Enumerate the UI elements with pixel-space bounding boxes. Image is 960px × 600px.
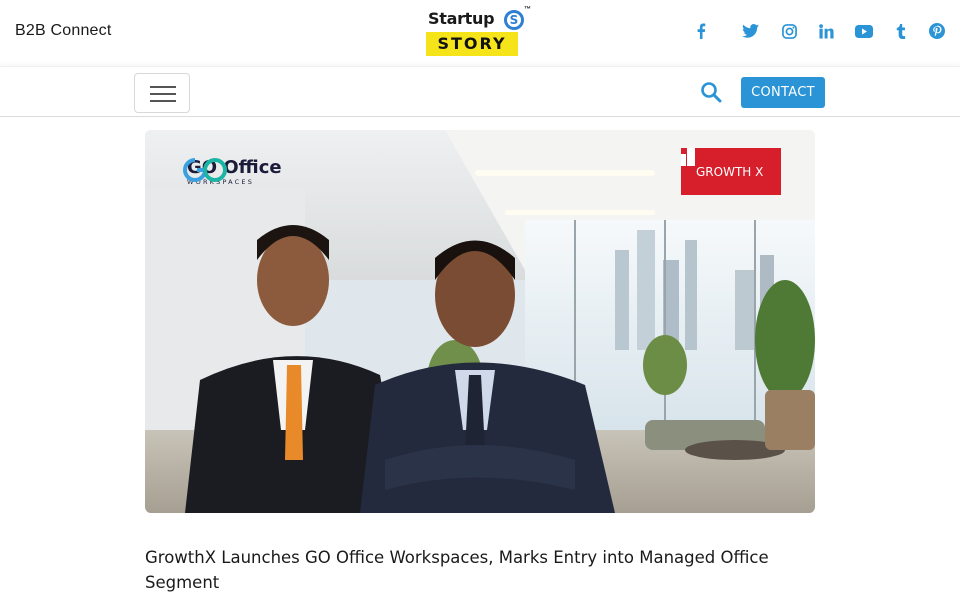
logo-startup-text: Startup xyxy=(428,9,495,28)
top-bar: B2B Connect Startup S ™ STORY xyxy=(0,0,960,66)
menu-icon-bar xyxy=(150,86,176,88)
logo-badge: S xyxy=(504,10,524,30)
go-office-logo: GO Office WORKSPACES xyxy=(181,156,282,188)
b2b-connect-link[interactable]: B2B Connect xyxy=(15,22,111,40)
tumblr-icon[interactable] xyxy=(893,20,909,42)
growthx-building-icon xyxy=(681,148,695,166)
contact-button[interactable]: CONTACT xyxy=(741,77,825,108)
site-logo[interactable]: Startup S ™ STORY xyxy=(426,6,536,58)
instagram-icon[interactable] xyxy=(779,20,799,42)
growthx-logo: GROWTH X xyxy=(681,148,781,195)
menu-toggle-button[interactable] xyxy=(134,73,190,113)
go-infinity-icon xyxy=(183,158,227,182)
youtube-icon[interactable] xyxy=(853,20,875,42)
linkedin-icon[interactable] xyxy=(816,20,836,42)
nav-bar: CONTACT xyxy=(0,66,960,117)
menu-icon-bar xyxy=(150,93,176,95)
facebook-icon[interactable] xyxy=(692,20,710,42)
twitter-icon[interactable] xyxy=(740,20,760,42)
growthx-logo-text: GROWTH X xyxy=(696,164,764,179)
logo-trademark: ™ xyxy=(524,6,531,13)
article-headline[interactable]: GrowthX Launches GO Office Workspaces, M… xyxy=(145,545,815,595)
search-icon[interactable] xyxy=(700,81,724,105)
article-hero-image[interactable]: GO Office WORKSPACES GROWTH X xyxy=(145,130,815,513)
logo-story-text: STORY xyxy=(426,32,518,56)
pinterest-icon[interactable] xyxy=(927,20,947,42)
menu-icon-bar xyxy=(150,100,176,102)
